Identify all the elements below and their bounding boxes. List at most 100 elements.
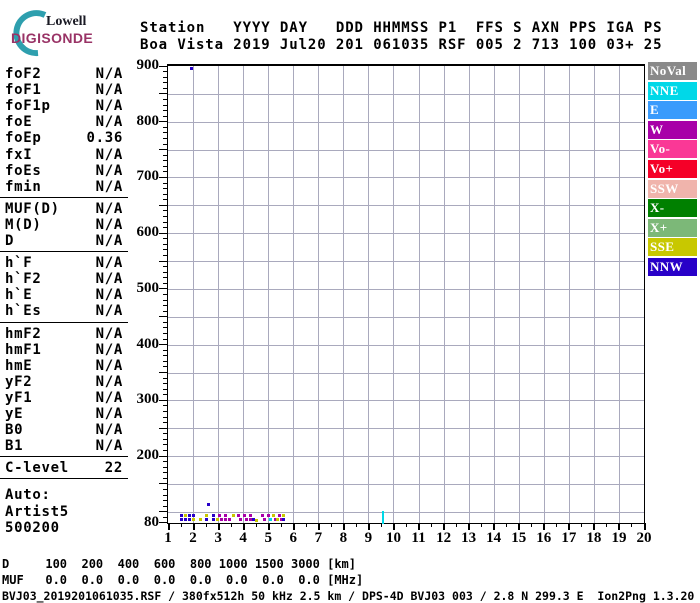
y-minor-tick <box>163 389 168 390</box>
param-row: hmF2 N/A <box>5 326 125 341</box>
param-value: N/A <box>96 147 123 163</box>
param-row: yF2N/A <box>5 374 125 389</box>
gridline-horizontal <box>168 400 644 401</box>
x-tick-label: 11 <box>407 530 431 547</box>
echo-point <box>249 514 252 517</box>
param-value: N/A <box>96 422 123 438</box>
gridline-vertical <box>494 66 495 523</box>
x-tick-label: 14 <box>482 530 506 547</box>
echo-point <box>180 518 183 521</box>
param-row: h`FN/A <box>5 255 125 270</box>
param-row: B1N/A <box>5 438 125 453</box>
header-field-names: Station YYYY DAY DDD HHMMSS P1 FFS S AXN… <box>140 20 662 36</box>
x-tick-label: 17 <box>557 530 581 547</box>
y-minor-tick <box>163 333 168 334</box>
gridline-horizontal <box>168 456 644 457</box>
x-minor-tick <box>456 523 457 527</box>
y-minor-tick <box>163 132 168 133</box>
gridline-vertical <box>293 66 294 523</box>
param-label: B1 <box>5 438 23 454</box>
param-value: N/A <box>96 374 123 390</box>
echo-point <box>184 518 187 521</box>
gridline-horizontal <box>168 512 644 513</box>
gridline-vertical <box>419 66 420 523</box>
y-minor-tick <box>163 210 168 211</box>
param-value: N/A <box>96 82 123 98</box>
x-tick-label: 7 <box>306 530 330 547</box>
param-label: hmF2 <box>5 326 42 342</box>
x-minor-tick <box>356 523 357 527</box>
y-minor-tick <box>163 305 168 306</box>
x-minor-tick <box>631 523 632 527</box>
y-minor-tick <box>163 350 168 351</box>
x-tick-label: 1 <box>156 530 180 547</box>
echo-point <box>180 514 183 517</box>
y-minor-tick <box>163 311 168 312</box>
echo-point <box>184 514 187 517</box>
x-major-tick <box>468 523 470 530</box>
gridline-vertical <box>368 66 369 523</box>
param-label: fxI <box>5 147 32 163</box>
echo-point <box>212 514 215 517</box>
y-major-tick <box>159 372 168 373</box>
legend-item-e: E <box>648 101 697 119</box>
y-minor-tick <box>163 249 168 250</box>
gridline-vertical <box>469 66 470 523</box>
y-major-tick <box>159 316 168 317</box>
muf-row: MUF 0.0 0.0 0.0 0.0 0.0 0.0 0.0 0.0 [MHz… <box>2 573 363 587</box>
gridline-horizontal <box>168 177 644 178</box>
param-value: N/A <box>96 179 123 195</box>
param-row: fminN/A <box>5 179 125 194</box>
y-minor-tick <box>163 144 168 145</box>
y-tick-label: 600 <box>121 224 159 241</box>
y-tick-label: 700 <box>121 168 159 185</box>
x-minor-tick <box>406 523 407 527</box>
legend-item-ssw: SSW <box>648 180 697 198</box>
param-label: B0 <box>5 422 23 438</box>
y-minor-tick <box>163 489 168 490</box>
x-minor-tick <box>331 523 332 527</box>
y-major-tick <box>159 93 168 94</box>
param-row: C-level22 <box>5 460 125 475</box>
y-minor-tick <box>163 183 168 184</box>
param-row: hmEN/A <box>5 358 125 373</box>
param-label: h`Es <box>5 303 42 319</box>
echo-point <box>382 511 384 524</box>
param-separator <box>0 251 128 252</box>
x-minor-tick <box>281 523 282 527</box>
param-row: DN/A <box>5 233 125 248</box>
x-major-tick <box>568 523 570 530</box>
param-separator <box>0 197 128 198</box>
gridline-vertical <box>569 66 570 523</box>
gridline-vertical <box>544 66 545 523</box>
y-minor-tick <box>163 266 168 267</box>
y-minor-tick <box>163 199 168 200</box>
y-major-tick <box>159 66 168 67</box>
echo-point <box>228 518 231 521</box>
gridline-vertical <box>218 66 219 523</box>
echo-point <box>188 514 191 517</box>
y-minor-tick <box>163 88 168 89</box>
x-minor-tick <box>256 523 257 527</box>
x-tick-label: 12 <box>432 530 456 547</box>
y-minor-tick <box>163 439 168 440</box>
param-row: yEN/A <box>5 406 125 421</box>
echo-point <box>245 518 248 521</box>
x-major-tick <box>218 523 220 530</box>
param-label: M(D) <box>5 217 42 233</box>
param-value: N/A <box>96 326 123 342</box>
gridline-horizontal <box>168 289 644 290</box>
echo-point <box>255 519 258 522</box>
x-major-tick <box>644 523 646 530</box>
echo-point <box>212 518 215 521</box>
y-minor-tick <box>163 327 168 328</box>
gridline-vertical <box>268 66 269 523</box>
x-minor-tick <box>506 523 507 527</box>
gridline-horizontal <box>168 373 644 374</box>
echo-point <box>239 518 242 521</box>
param-label: foEp <box>5 130 42 146</box>
legend-item-nne: NNE <box>648 82 697 100</box>
logo-text-digisonde: DIGISONDE <box>11 30 93 46</box>
param-row: hmF1N/A <box>5 342 125 357</box>
y-minor-tick <box>163 383 168 384</box>
